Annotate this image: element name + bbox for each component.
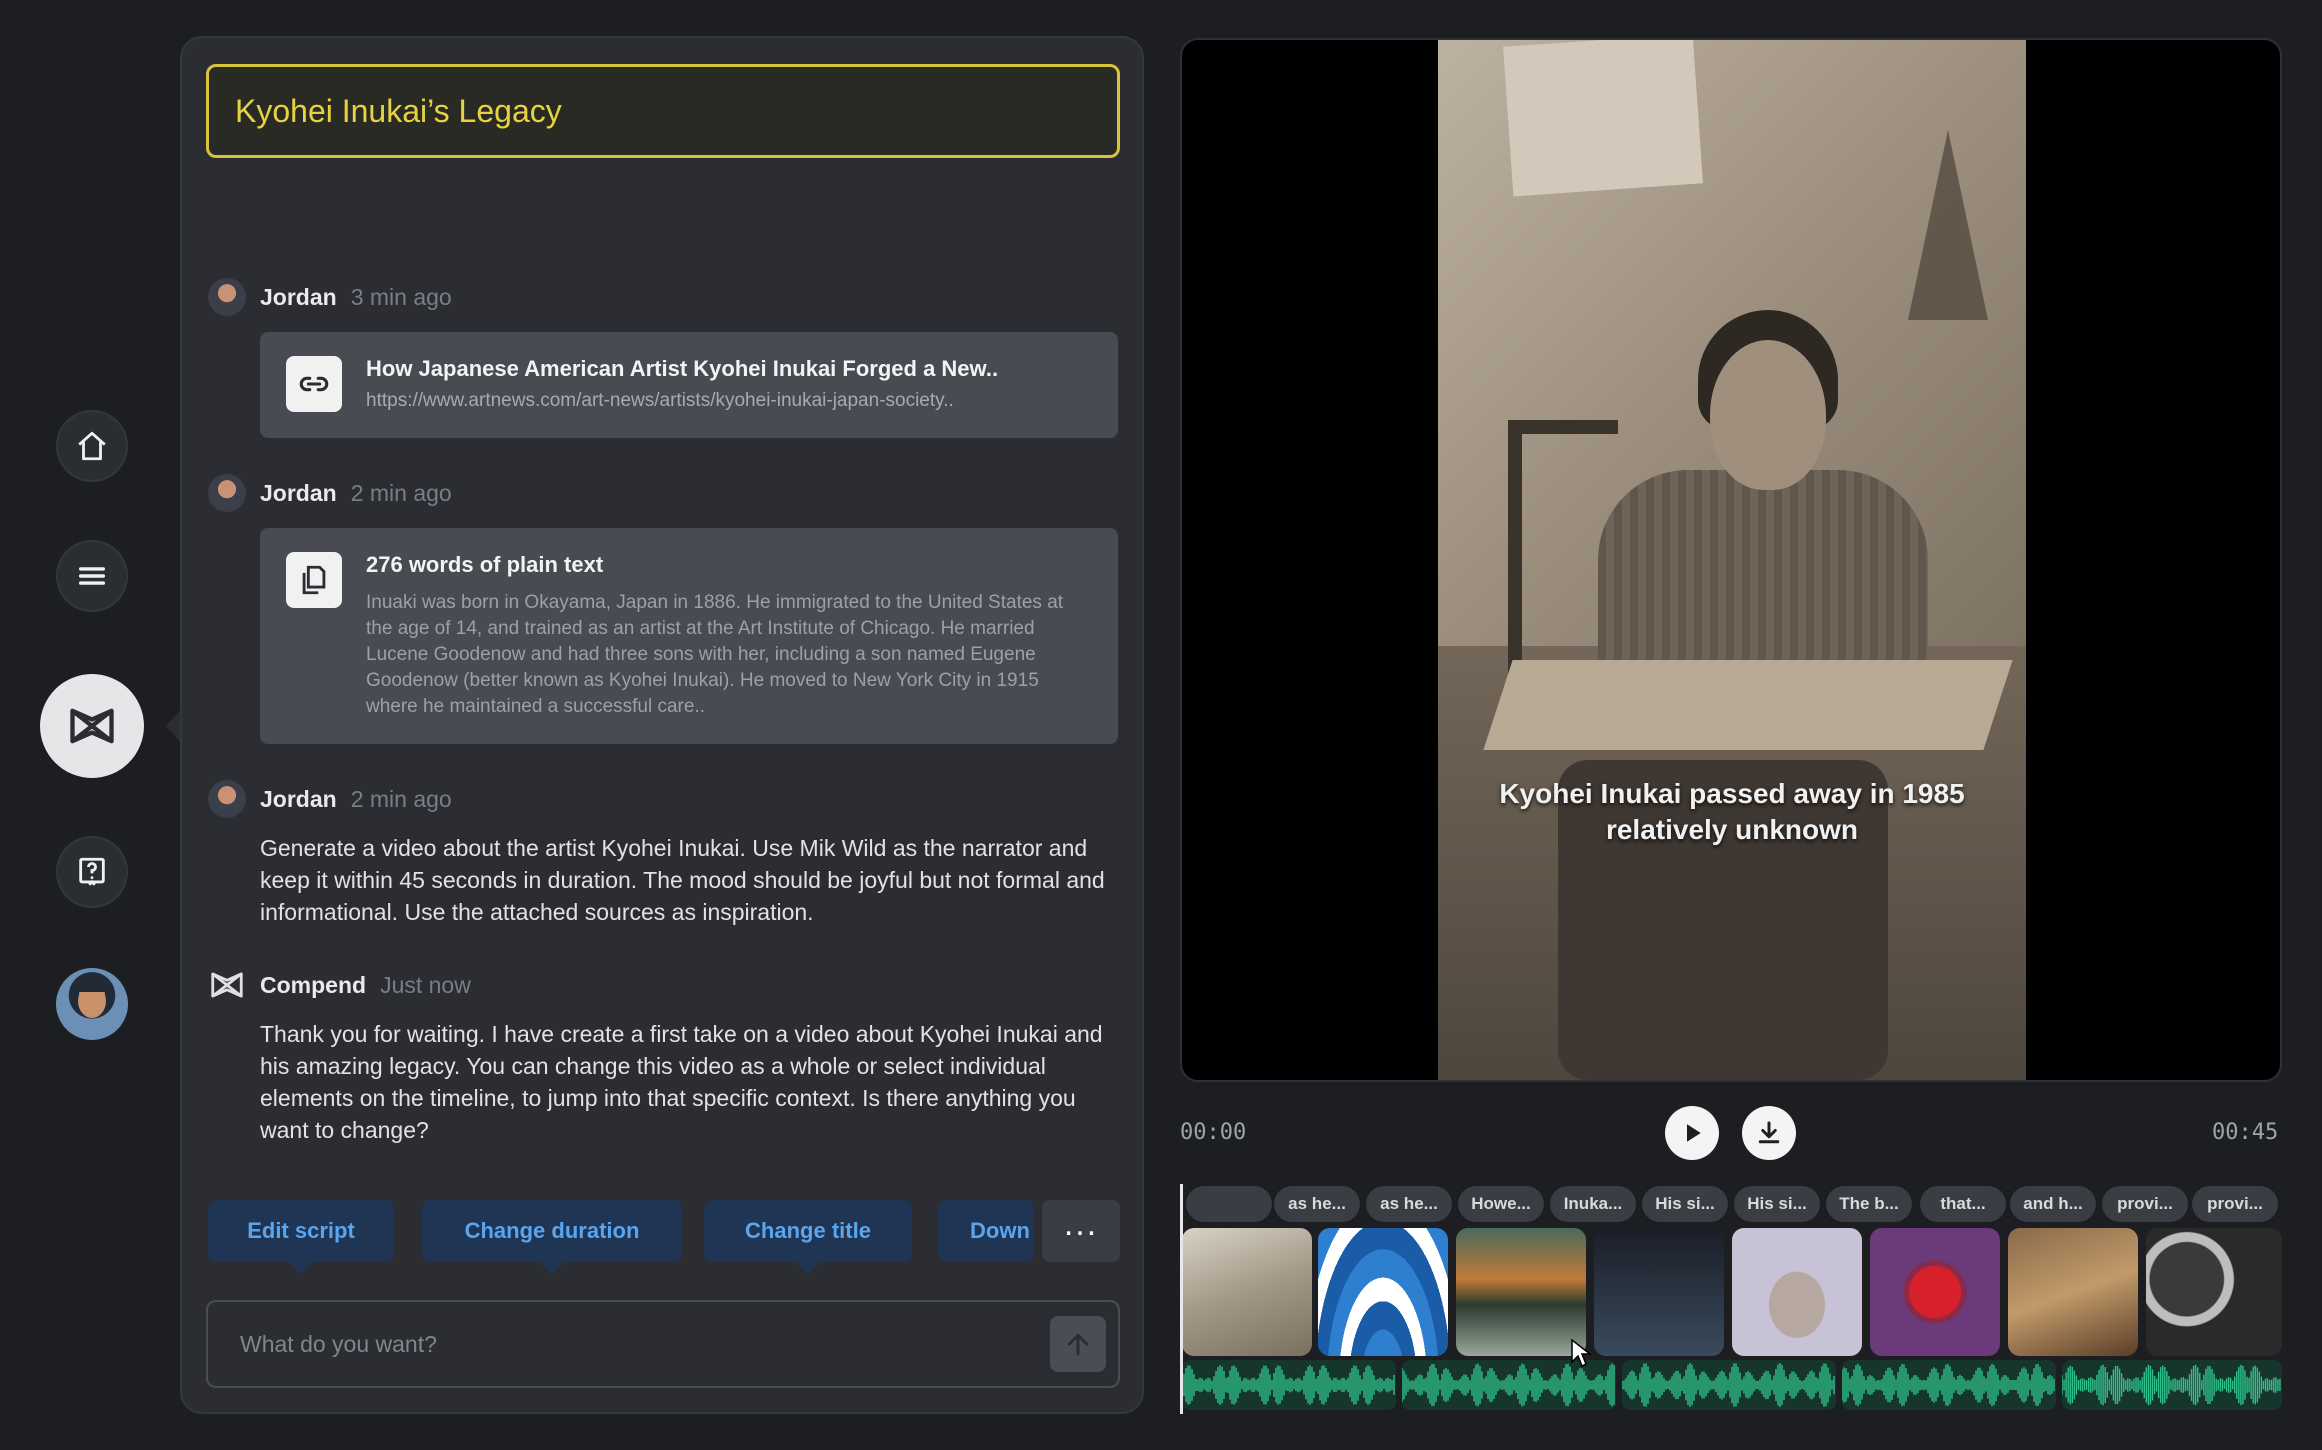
attachment-title: 276 words of plain text <box>366 552 604 577</box>
timeline-label[interactable] <box>1186 1186 1272 1222</box>
timeline-label[interactable]: Howe... <box>1458 1186 1544 1222</box>
timeline-clip[interactable] <box>1870 1228 2000 1356</box>
help-icon <box>79 857 105 886</box>
document-icon <box>286 552 342 608</box>
home-icon <box>78 431 106 461</box>
message-text: Generate a video about the artist Kyohei… <box>260 835 1105 925</box>
timeline-clip[interactable] <box>2146 1228 2282 1356</box>
change-title-button[interactable]: Change title <box>704 1200 912 1274</box>
timeline-label[interactable]: and h... <box>2010 1186 2096 1222</box>
download-icon <box>1758 1121 1780 1144</box>
frame-figure-head <box>1710 340 1826 490</box>
total-duration: 00:45 <box>2212 1120 2279 1145</box>
timeline-label[interactable]: The b... <box>1826 1186 1912 1222</box>
avatar-cap <box>72 976 112 992</box>
play-icon <box>1687 1124 1701 1142</box>
current-time: 00:00 <box>1180 1120 1247 1145</box>
timeline-clip[interactable] <box>1318 1228 1448 1356</box>
message-time: Just now <box>380 971 471 998</box>
user-avatar <box>208 278 246 316</box>
message-author: Jordan <box>260 479 337 506</box>
waveform-icon <box>1182 1365 1395 1405</box>
timeline-label[interactable]: that... <box>1920 1186 2006 1222</box>
caption-line-1: Kyohei Inukai passed away in 1985 <box>1499 778 1965 809</box>
send-button[interactable] <box>1050 1316 1106 1372</box>
waveform-icon <box>2062 1364 2281 1406</box>
user-avatar <box>208 474 246 512</box>
timeline-label[interactable]: provi... <box>2192 1186 2278 1222</box>
timeline-clip[interactable] <box>1732 1228 1862 1356</box>
message-header: Jordan 3 min ago <box>208 278 452 316</box>
message-header: Jordan 2 min ago <box>208 780 452 818</box>
video-frame-image: Kyohei Inukai passed away in 1985 relati… <box>1438 40 2026 1080</box>
timeline-label[interactable]: Inuka... <box>1550 1186 1636 1222</box>
edit-script-button[interactable]: Edit script <box>208 1200 394 1274</box>
audio-track-segment[interactable] <box>1622 1360 1836 1410</box>
timeline-clip[interactable] <box>1594 1228 1724 1356</box>
play-button[interactable] <box>1665 1106 1719 1160</box>
prompt-input-box <box>206 1300 1120 1388</box>
timeline-clip[interactable] <box>1182 1228 1312 1356</box>
mouse-cursor-icon <box>1571 1338 1592 1368</box>
more-options-button[interactable]: ... <box>1042 1200 1120 1262</box>
download-button[interactable]: Down <box>938 1200 1034 1262</box>
compend-button[interactable] <box>40 674 144 778</box>
timeline-label[interactable]: as he... <box>1366 1186 1452 1222</box>
link-icon <box>286 356 342 412</box>
help-button[interactable] <box>56 836 128 908</box>
user-avatar <box>208 780 246 818</box>
chat-panel: Kyohei Inukai’s Legacy Jordan 3 min ago … <box>180 36 1144 1414</box>
avatar[interactable] <box>56 968 128 1040</box>
menu-button[interactable] <box>56 540 128 612</box>
message-header: Compend Just now <box>208 966 471 1004</box>
attachment-preview: Inuaki was born in Okayama, Japan in 188… <box>366 592 1064 717</box>
sidebar <box>0 0 180 1450</box>
attachment-url: https://www.artnews.com/art-news/artists… <box>366 390 954 411</box>
compend-logo-icon <box>211 972 243 998</box>
prompt-input[interactable] <box>208 1302 1028 1386</box>
message-author: Jordan <box>260 283 337 310</box>
download-video-button[interactable] <box>1742 1106 1796 1160</box>
frame-paper <box>1502 40 1704 197</box>
video-preview[interactable]: Kyohei Inukai passed away in 1985 relati… <box>1180 38 2282 1082</box>
timeline-label[interactable]: as he... <box>1274 1186 1360 1222</box>
frame-triangle <box>1908 130 1988 320</box>
timeline-label[interactable]: His si... <box>1642 1186 1728 1222</box>
link-attachment[interactable]: How Japanese American Artist Kyohei Inuk… <box>260 332 1118 438</box>
home-button[interactable] <box>56 410 128 482</box>
message-author: Compend <box>260 971 367 998</box>
frame-desk <box>1483 660 2013 750</box>
timeline-clip[interactable] <box>1456 1228 1586 1356</box>
video-caption: Kyohei Inukai passed away in 1985 relati… <box>1438 776 2026 848</box>
waveform-icon <box>1622 1363 1835 1407</box>
message-time: 2 min ago <box>350 785 452 812</box>
attachment-title: How Japanese American Artist Kyohei Inuk… <box>366 356 999 381</box>
message-author: Jordan <box>260 785 337 812</box>
audio-track-segment[interactable] <box>2062 1360 2282 1410</box>
message-time: 2 min ago <box>350 479 452 506</box>
message-header: Jordan 2 min ago <box>208 474 452 512</box>
playhead[interactable] <box>1180 1184 1183 1414</box>
audio-track-segment[interactable] <box>1182 1360 1396 1410</box>
waveform-icon <box>1842 1363 2055 1407</box>
message-text: Thank you for waiting. I have create a f… <box>260 1021 1103 1143</box>
timeline-clip[interactable] <box>2008 1228 2138 1356</box>
timeline-label[interactable]: provi... <box>2102 1186 2188 1222</box>
change-duration-button[interactable]: Change duration <box>422 1200 682 1274</box>
compend-logo-icon <box>70 708 114 744</box>
caption-line-2: relatively unknown <box>1605 814 1859 845</box>
audio-track-segment[interactable] <box>1842 1360 2056 1410</box>
timeline-label[interactable]: His si... <box>1734 1186 1820 1222</box>
timeline: as he... as he... Howe... Inuka... His si...… <box>1180 1180 2282 1416</box>
menu-icon <box>78 567 106 585</box>
video-title-field[interactable]: Kyohei Inukai’s Legacy <box>206 64 1120 158</box>
text-attachment[interactable]: 276 words of plain text Inuaki was born … <box>260 528 1118 744</box>
arrow-up-icon <box>1067 1333 1089 1356</box>
message-time: 3 min ago <box>350 283 452 310</box>
